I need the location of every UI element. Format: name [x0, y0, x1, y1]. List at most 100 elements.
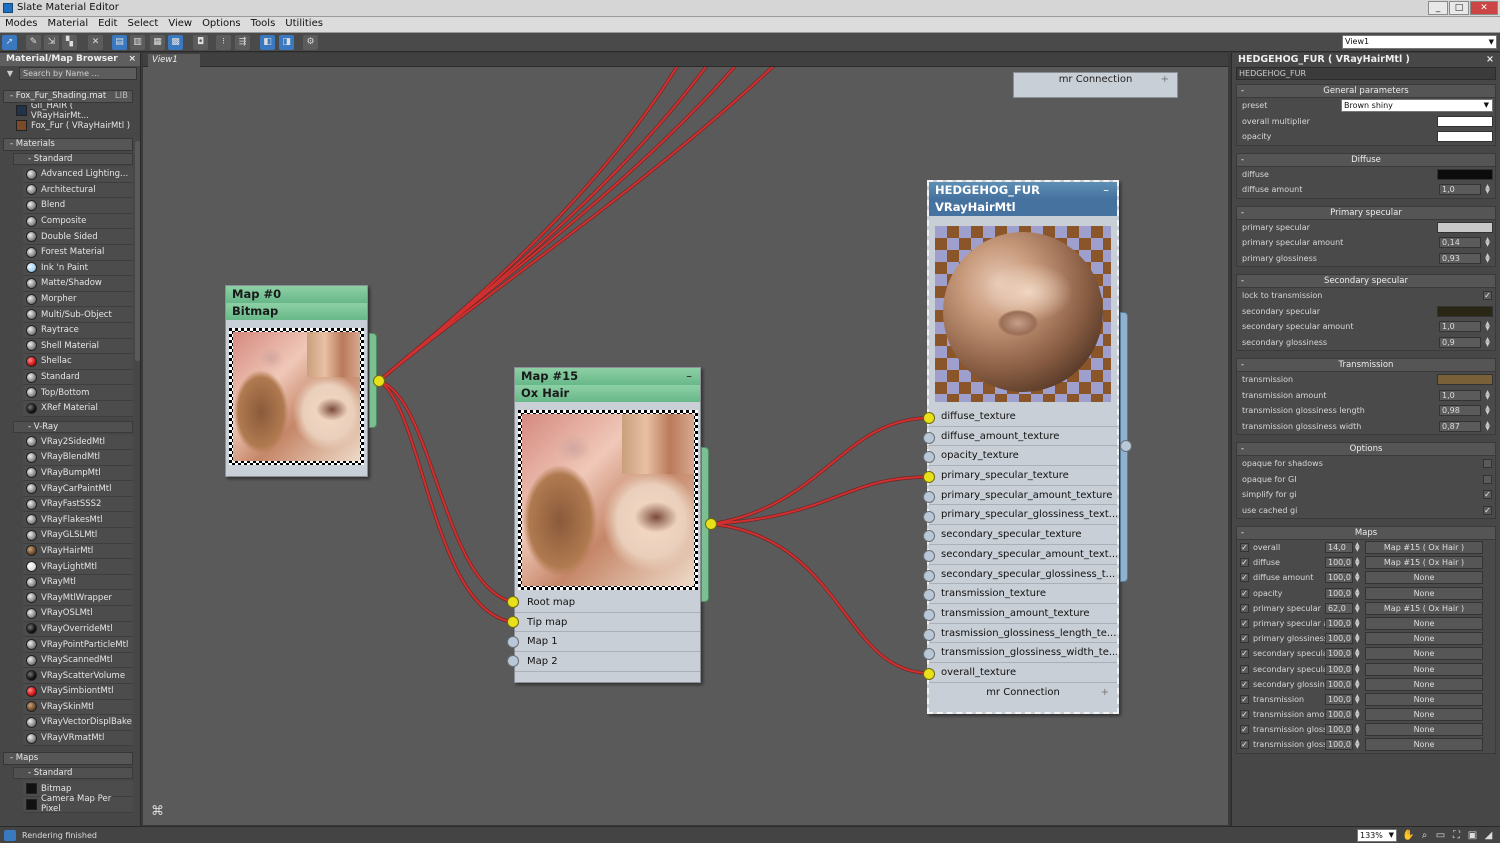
material-name-field[interactable]: HEDGEHOG_FUR — [1236, 67, 1496, 80]
material-slot[interactable]: diffuse_texture — [929, 407, 1117, 427]
rollout-title[interactable]: General parameters — [1237, 85, 1495, 98]
map-2-socket[interactable] — [507, 655, 519, 667]
map-amount-field[interactable]: 100,0 — [1325, 587, 1353, 599]
assign-material-icon[interactable]: ▚ — [62, 35, 77, 50]
map-amount-field[interactable]: 100,0 — [1325, 739, 1353, 751]
browser-item[interactable]: Forest Material — [23, 244, 133, 261]
slot-socket[interactable] — [923, 510, 935, 523]
map-amount-field[interactable]: 100,0 — [1325, 617, 1353, 629]
browser-item[interactable]: Shellac — [23, 354, 133, 370]
browser-item[interactable]: Camera Map Per Pixel — [23, 794, 133, 814]
preset-dropdown[interactable]: Brown shiny — [1341, 99, 1493, 112]
search-options-dropdown-icon[interactable]: ▼ — [3, 67, 17, 80]
material-slot[interactable]: primary_specular_texture — [929, 466, 1117, 486]
rollout-title[interactable]: Secondary specular — [1237, 275, 1495, 288]
spinner-icon[interactable]: ▲ ▼ — [1483, 420, 1492, 432]
browser-item[interactable]: VRayCarPaintMtl — [23, 481, 133, 497]
browser-item[interactable]: VRayScatterVolume — [23, 668, 133, 684]
browser-item[interactable]: Blend — [23, 198, 133, 214]
browser-item[interactable]: VRayFastSSS2 — [23, 496, 133, 513]
browser-item[interactable]: VRayOSLMtl — [23, 606, 133, 622]
material-map-browser-toggle-icon[interactable]: ◧ — [260, 35, 275, 50]
zoom-selected-icon[interactable]: ▣ — [1466, 829, 1479, 842]
map-enable-checkbox[interactable]: ✓ — [1240, 618, 1249, 628]
primary-specular-swatch[interactable] — [1437, 221, 1493, 233]
material-slot[interactable]: primary_specular_glossiness_text... — [929, 505, 1117, 526]
slot-socket[interactable] — [923, 431, 935, 444]
spinner-icon[interactable]: ▲ ▼ — [1355, 557, 1363, 568]
map-amount-field[interactable]: 100,0 — [1325, 557, 1353, 569]
map-slot-button[interactable]: None — [1365, 708, 1483, 722]
spinner-icon[interactable]: ▲ ▼ — [1355, 739, 1363, 750]
menu-modes[interactable]: Modes — [0, 17, 42, 32]
hide-unused-slots-icon[interactable]: ▥ — [130, 35, 145, 50]
slot-socket[interactable] — [923, 490, 935, 503]
pick-material-icon[interactable]: ✎ — [26, 35, 41, 50]
slot-socket[interactable] — [923, 609, 935, 621]
navigator-icon[interactable]: ⚙ — [303, 35, 318, 50]
browser-item[interactable]: VRaySimbiontMtl — [23, 684, 133, 700]
minimize-button[interactable]: _ — [1428, 1, 1448, 15]
secondary-specular-swatch[interactable] — [1437, 305, 1493, 317]
spinner-icon[interactable]: ▲ ▼ — [1355, 572, 1363, 583]
browser-item[interactable]: Ink 'n Paint — [23, 260, 133, 277]
map-amount-field[interactable]: 100,0 — [1325, 709, 1353, 721]
material-slot[interactable]: trasmission_glossiness_length_te... — [929, 624, 1117, 644]
browser-item[interactable]: Double Sided — [23, 229, 133, 245]
map-slot-button[interactable]: None — [1365, 723, 1483, 737]
spinner-icon[interactable]: ▲ ▼ — [1483, 184, 1492, 195]
standard-maps-group[interactable]: - Standard — [13, 767, 133, 780]
rollout-title[interactable]: Primary specular — [1237, 206, 1495, 220]
slot-socket[interactable] — [923, 471, 935, 484]
binoculars-icon[interactable]: ⌘ — [151, 804, 164, 819]
opaque-for-gi-checkbox[interactable] — [1483, 474, 1492, 484]
map-slot-button[interactable]: None — [1365, 571, 1483, 585]
standard-materials-group[interactable]: - Standard — [13, 153, 133, 165]
map-slot-button[interactable]: None — [1365, 692, 1483, 706]
bitmap-node[interactable]: Map #0 Bitmap — [225, 285, 368, 477]
browser-scrollbar[interactable] — [135, 141, 140, 361]
rollout-title[interactable]: Maps — [1237, 527, 1495, 540]
material-slot[interactable]: transmission_glossiness_width_te... — [929, 643, 1117, 663]
primary-glossiness-field[interactable]: 0,93 — [1439, 252, 1481, 264]
map-amount-field[interactable]: 100,0 — [1325, 693, 1353, 705]
view-selector[interactable]: View1 — [1342, 35, 1497, 49]
pan-hand-icon[interactable]: ✋ — [1402, 829, 1415, 842]
browser-item[interactable]: VRayScannedMtl — [23, 652, 133, 669]
use-cached-gi-checkbox[interactable]: ✓ — [1483, 505, 1492, 515]
browser-item[interactable]: VRayOverrideMtl — [23, 621, 133, 638]
maps-group[interactable]: - Maps — [3, 752, 133, 766]
maximize-button[interactable]: □ — [1449, 1, 1469, 15]
diffuse-amount-field[interactable]: 1,0 — [1439, 184, 1481, 195]
map-enable-checkbox[interactable]: ✓ — [1240, 543, 1249, 552]
map-amount-field[interactable]: 62,0 — [1325, 602, 1353, 614]
primary-specular-amount-field[interactable]: 0,14 — [1439, 237, 1481, 248]
browser-item[interactable]: Multi/Sub-Object — [23, 307, 133, 323]
map-enable-checkbox[interactable]: ✓ — [1240, 679, 1249, 689]
browser-close-icon[interactable]: × — [128, 53, 136, 66]
zoom-extents-icon[interactable]: ⛶ — [1450, 829, 1463, 842]
mr-connection-node[interactable]: mr Connection + — [1013, 72, 1178, 98]
browser-item[interactable]: VRayVRmatMtl — [23, 730, 133, 747]
browser-item[interactable]: XRef Material — [23, 400, 133, 417]
browser-item[interactable]: VRayFlakesMtl — [23, 512, 133, 529]
browser-item[interactable]: VRayPointParticleMtl — [23, 637, 133, 653]
overall-multiplier-swatch[interactable] — [1437, 115, 1493, 127]
menu-view[interactable]: View — [163, 17, 197, 32]
show-map-icon[interactable]: ▦ — [150, 35, 165, 50]
map-enable-checkbox[interactable]: ✓ — [1240, 710, 1249, 720]
zoom-level-dropdown[interactable]: 133% — [1357, 829, 1397, 842]
browser-item[interactable]: VRayBumpMtl — [23, 465, 133, 482]
select-tool-icon[interactable]: ➚ — [2, 35, 17, 50]
map-slot-button[interactable]: Map #15 ( Ox Hair ) — [1365, 541, 1483, 554]
map-slot-button[interactable]: Map #15 ( Ox Hair ) — [1365, 601, 1483, 615]
ox-hair-node[interactable]: Map #15– Ox Hair Root map Tip map Map 1 … — [514, 367, 701, 683]
spinner-icon[interactable]: ▲ ▼ — [1355, 693, 1363, 705]
browser-item[interactable]: Composite — [23, 213, 133, 230]
layout-icon[interactable]: ◘ — [193, 35, 208, 50]
slot-socket[interactable] — [923, 628, 935, 641]
zoom-region-icon[interactable]: ▭ — [1434, 829, 1447, 842]
rollout-title[interactable]: Diffuse — [1237, 153, 1495, 167]
zoom-icon[interactable]: ⌕ — [1418, 829, 1431, 842]
transmission-amount-field[interactable]: 1,0 — [1439, 389, 1481, 401]
